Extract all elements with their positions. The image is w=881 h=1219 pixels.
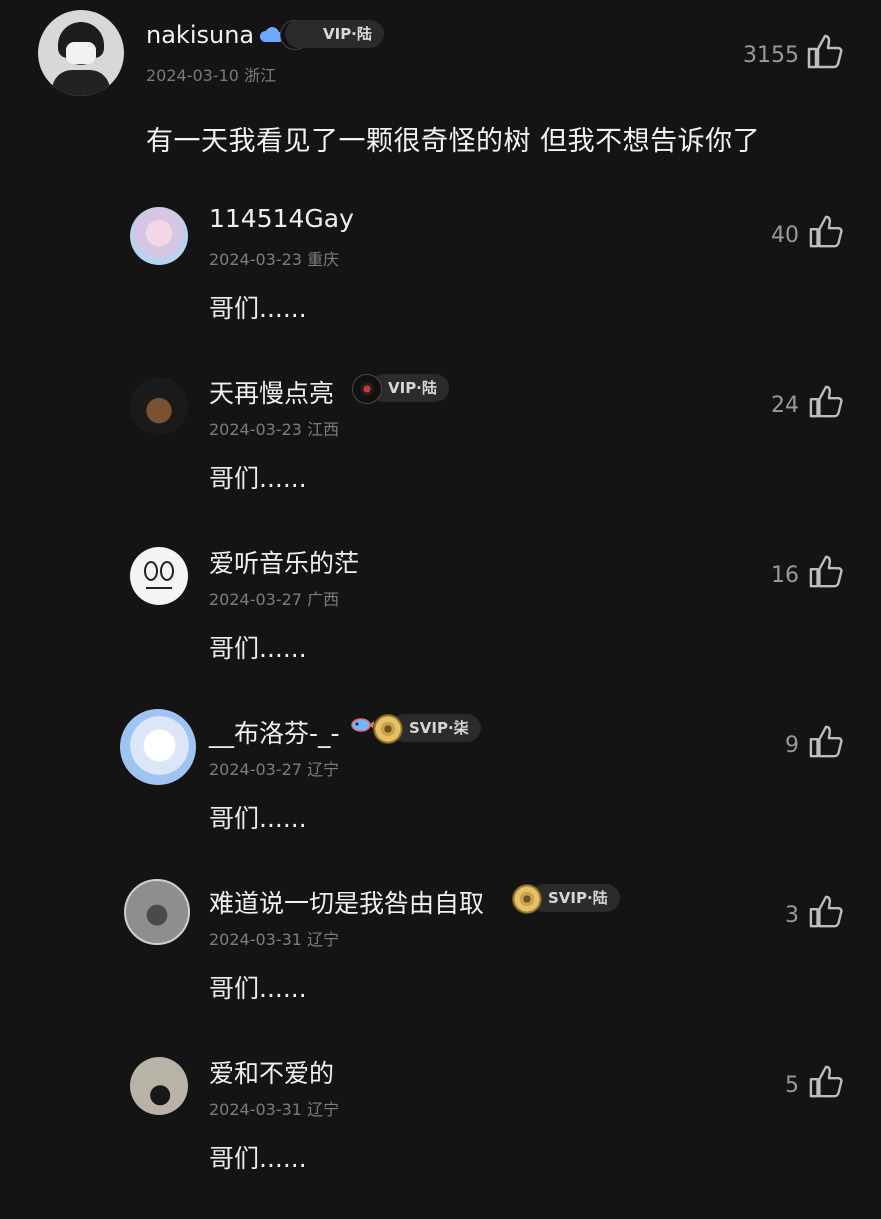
reply-location: 辽宁 — [307, 1100, 340, 1119]
reply-text: 哥们...... — [209, 464, 307, 493]
thumbs-up-icon[interactable] — [808, 1064, 846, 1100]
reply-location: 辽宁 — [307, 760, 340, 779]
fish-icon — [351, 718, 374, 732]
reply-location: 辽宁 — [307, 930, 340, 949]
main-location: 浙江 — [244, 66, 277, 85]
reply-like-count: 40 — [771, 223, 799, 248]
main-date: 2024-03-10 — [146, 66, 239, 85]
thumbs-up-icon[interactable] — [808, 214, 846, 250]
main-date-location: 2024-03-10 浙江 — [146, 62, 276, 86]
reply-like-count: 24 — [771, 393, 799, 418]
reply-item: 难道说一切是我咎由自取 SVIP·陆 2024-03-31 辽宁 3 哥们...… — [0, 879, 881, 1049]
reply-item: 爱听音乐的茫 2024-03-27 广西 16 哥们...... — [0, 539, 881, 709]
reply-date-location: 2024-03-27 广西 — [209, 586, 339, 610]
avatar-body — [52, 70, 110, 96]
avatar[interactable] — [130, 377, 188, 435]
reply-date: 2024-03-23 — [209, 250, 302, 269]
reply-date-location: 2024-03-23 江西 — [209, 416, 339, 440]
reply-like-count: 9 — [785, 733, 799, 758]
gold-record-icon — [373, 714, 403, 744]
reply-date-location: 2024-03-27 辽宁 — [209, 756, 339, 780]
reply-like-count: 3 — [785, 903, 799, 928]
main-like-count: 3155 — [743, 43, 799, 68]
svip-badge: SVIP·陆 — [530, 884, 620, 912]
reply-text: 哥们...... — [209, 634, 307, 663]
reply-date: 2024-03-23 — [209, 420, 302, 439]
reply-item: __布洛芬-_- SVIP·柒 2024-03-27 辽宁 9 哥们...... — [0, 709, 881, 879]
reply-like-count: 16 — [771, 563, 799, 588]
reply-date: 2024-03-27 — [209, 760, 302, 779]
record-icon — [352, 374, 382, 404]
thumbs-up-icon[interactable] — [808, 554, 846, 590]
reply-username[interactable]: 114514Gay — [209, 204, 354, 233]
main-comment-text: 有一天我看见了一颗很奇怪的树 但我不想告诉你了 — [146, 126, 761, 157]
reply-item: 天再慢点亮 VIP·陆 2024-03-23 江西 24 哥们...... — [0, 369, 881, 539]
reply-date: 2024-03-31 — [209, 1100, 302, 1119]
main-comment: nakisuna VIP·陆 2024-03-10 浙江 3155 有一天我看见… — [0, 0, 881, 180]
avatar[interactable] — [120, 709, 196, 785]
thumbs-up-icon[interactable] — [808, 724, 846, 760]
reply-date-location: 2024-03-23 重庆 — [209, 246, 339, 270]
main-username[interactable]: nakisuna — [146, 21, 254, 49]
reply-location: 广西 — [307, 590, 340, 609]
reply-text: 哥们...... — [209, 804, 307, 833]
avatar-face — [66, 42, 96, 64]
reply-text: 哥们...... — [209, 294, 307, 323]
svip-badge: SVIP·柒 — [391, 714, 481, 742]
reply-username[interactable]: __布洛芬-_- — [209, 714, 340, 750]
reply-date: 2024-03-27 — [209, 590, 302, 609]
gold-record-icon — [512, 884, 542, 914]
vip-badge: VIP·陆 — [285, 20, 384, 48]
reply-item: 114514Gay 2024-03-23 重庆 40 哥们...... — [0, 199, 881, 369]
reply-username[interactable]: 天再慢点亮 — [209, 374, 334, 410]
reply-username[interactable]: 爱听音乐的茫 — [209, 544, 359, 580]
thumbs-up-icon[interactable] — [806, 33, 846, 71]
avatar[interactable] — [124, 879, 190, 945]
reply-username[interactable]: 爱和不爱的 — [209, 1054, 334, 1090]
reply-item: 爱和不爱的 2024-03-31 辽宁 5 哥们...... — [0, 1049, 881, 1219]
avatar[interactable] — [38, 10, 124, 96]
thumbs-up-icon[interactable] — [808, 894, 846, 930]
reply-text: 哥们...... — [209, 974, 307, 1003]
thumbs-up-icon[interactable] — [808, 384, 846, 420]
face-icon — [144, 561, 174, 589]
avatar[interactable] — [130, 1057, 188, 1115]
reply-location: 江西 — [307, 420, 340, 439]
reply-text: 哥们...... — [209, 1144, 307, 1173]
reply-username[interactable]: 难道说一切是我咎由自取 — [209, 884, 484, 920]
avatar[interactable] — [130, 207, 188, 265]
reply-location: 重庆 — [307, 250, 340, 269]
reply-like-count: 5 — [785, 1073, 799, 1098]
reply-date-location: 2024-03-31 辽宁 — [209, 926, 339, 950]
avatar[interactable] — [130, 547, 188, 605]
reply-date-location: 2024-03-31 辽宁 — [209, 1096, 339, 1120]
reply-date: 2024-03-31 — [209, 930, 302, 949]
